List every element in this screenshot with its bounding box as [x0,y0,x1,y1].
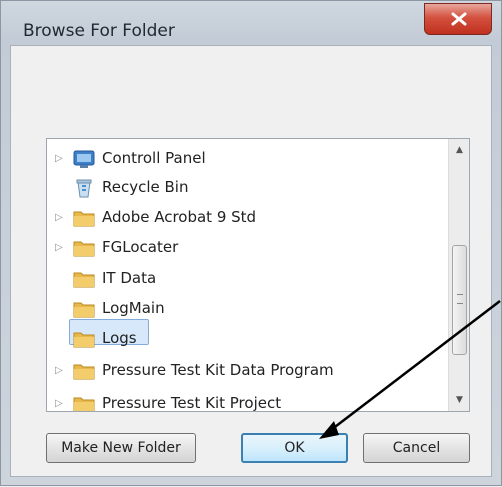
expand-arrow-icon[interactable]: ▷ [55,242,65,254]
folder-icon [73,272,95,288]
expand-arrow-icon [55,182,65,194]
cancel-button[interactable]: Cancel [363,433,470,463]
tree-item-recycle-bin[interactable]: Recycle Bin [47,174,447,202]
tree-item-control-panel[interactable]: ▷ Controll Panel [47,145,447,173]
browse-for-folder-dialog: Browse For Folder ▷ Controll Panel Recyc… [0,0,502,486]
dialog-title: Browse For Folder [23,21,175,41]
tree-item-it-data[interactable]: IT Data [47,265,447,293]
recycle-bin-icon [76,179,92,198]
folder-icon [73,241,95,257]
folder-tree[interactable]: ▷ Controll Panel Recycle Bin ▷ Adobe Acr… [46,138,470,412]
tree-item-pressure-test-kit-data-program[interactable]: ▷ Pressure Test Kit Data Program [47,357,447,385]
close-icon [451,12,467,26]
tree-item-label: Logs [102,329,137,347]
tree-item-label: FGLocater [102,238,179,256]
tree-item-label: Recycle Bin [102,178,189,196]
tree-item-label: Controll Panel [102,149,206,167]
folder-icon [73,332,95,348]
expand-arrow-icon [55,273,65,285]
scroll-thumb[interactable] [452,245,467,355]
tree-item-fglocater[interactable]: ▷ FGLocater [47,234,447,262]
tree-item-label: Adobe Acrobat 9 Std [102,208,257,226]
scroll-up-icon[interactable]: ▲ [449,139,469,161]
vertical-scrollbar[interactable]: ▲ ▼ [448,139,469,411]
expand-arrow-icon[interactable]: ▷ [55,365,65,377]
folder-icon [73,364,95,380]
tree-item-label: Pressure Test Kit Project [102,394,282,412]
expand-arrow-icon[interactable]: ▷ [55,398,65,410]
tree-item-pressure-test-kit-project[interactable]: ▷ Pressure Test Kit Project [47,390,447,412]
tree-item-label: Pressure Test Kit Data Program [102,361,334,379]
grip-icon [457,294,463,304]
scroll-down-icon[interactable]: ▼ [449,389,469,411]
folder-icon [73,397,95,411]
tree-item-logs[interactable]: Logs [47,325,447,353]
tree-item-label: IT Data [102,269,157,287]
folder-icon [73,302,95,318]
expand-arrow-icon[interactable]: ▷ [55,212,65,224]
tree-item-label: LogMain [102,299,165,317]
expand-arrow-icon [55,303,65,315]
ok-button[interactable]: OK [241,433,348,463]
tree-item-logmain[interactable]: LogMain [47,295,447,323]
folder-icon [73,211,95,227]
expand-arrow-icon [55,333,65,345]
close-button[interactable] [424,3,492,35]
expand-arrow-icon[interactable]: ▷ [55,153,65,165]
make-new-folder-button[interactable]: Make New Folder [46,433,196,463]
control-panel-icon [73,150,95,168]
tree-item-adobe-acrobat[interactable]: ▷ Adobe Acrobat 9 Std [47,204,447,232]
